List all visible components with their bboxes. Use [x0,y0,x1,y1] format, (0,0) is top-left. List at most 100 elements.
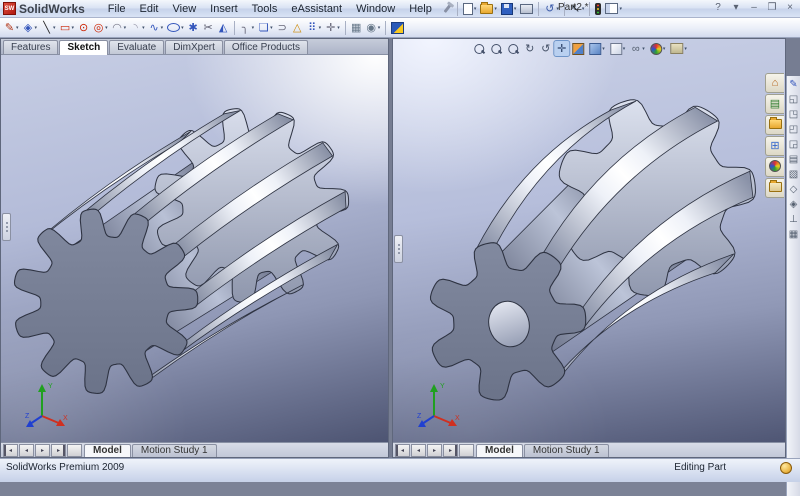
bottom-view-icon[interactable]: ▧ [788,168,799,182]
dropdown-caret[interactable]: ▾ [35,25,38,31]
dropdown-caret[interactable]: ▾ [53,25,56,31]
dropdown-caret[interactable]: ▾ [181,25,184,31]
pan-icon[interactable]: ✛ [554,41,569,56]
quick-tips-icon[interactable] [780,462,792,474]
dropdown-caret[interactable]: ▾ [474,6,477,12]
front-view-icon[interactable]: ◱ [788,93,799,107]
file-explorer-icon[interactable] [769,119,782,132]
left-viewport[interactable]: Y X Z [1,55,388,442]
new-document-icon[interactable]: ▾ [461,1,479,17]
centerpoint-arc-icon[interactable]: ◠▾ [110,20,129,36]
menu-insert[interactable]: Insert [203,1,245,17]
back-view-icon[interactable]: ◳ [788,108,799,122]
custom-properties-icon[interactable] [769,182,782,195]
menu-window[interactable]: Window [349,1,402,17]
model-tab-splitter[interactable] [67,444,82,457]
smart-dimension-icon[interactable]: ◈▾ [21,20,40,36]
view-orientation-icon[interactable]: ▾ [587,41,607,56]
task-pane-tab[interactable] [765,115,784,135]
mirror-entities-icon[interactable]: ◭ [216,20,231,36]
menu-help[interactable]: Help [402,1,439,17]
options-icon[interactable]: ▾ [603,1,624,17]
dropdown-caret[interactable]: ▾ [337,25,340,31]
linear-pattern-icon[interactable]: ⠿▾ [305,20,324,36]
tab-features[interactable]: Features [3,40,58,54]
right-view-icon[interactable]: ◲ [788,138,799,152]
perimeter-circle-icon[interactable]: ◎▾ [91,20,110,36]
dropdown-caret[interactable]: ▾ [72,25,75,31]
trimetric-view-icon[interactable]: ◈ [788,198,799,212]
dropdown-caret[interactable]: ▾ [514,6,517,12]
dropdown-caret[interactable]: ▾ [105,25,108,31]
dropdown-caret[interactable]: ▾ [619,6,622,12]
sketch-icon[interactable]: ✎ [788,78,799,92]
task-pane-tab[interactable]: ⊞ [765,136,784,156]
model-tab-last-button[interactable]: ▸ [443,444,458,457]
task-pane-tab[interactable] [765,157,784,177]
trim-entities-icon[interactable]: ✂ [201,20,216,36]
restore-button[interactable]: ❐ [765,1,779,14]
solidworks-resources-icon[interactable]: ⌂ [770,77,781,89]
dropdown-caret[interactable]: ▾ [378,25,381,31]
zoom-fit-icon[interactable] [471,41,487,56]
zoom-area-icon[interactable] [505,41,521,56]
model-tab-prev-button[interactable]: ◂ [19,444,34,457]
display-relations-icon[interactable]: △ [290,20,305,36]
hide-show-items-icon[interactable]: ∞▾ [628,41,647,56]
tab-motion-study-1[interactable]: Motion Study 1 [132,444,217,457]
view-orientation-icon[interactable]: ▦ [788,228,799,242]
minimize-button[interactable]: – [747,1,761,14]
dropdown-caret[interactable]: ▾ [623,46,626,52]
convert-entities-icon[interactable]: ❏▾ [256,20,275,36]
menu-eassistant[interactable]: eAssistant [284,1,349,17]
dropdown-caret[interactable]: ▾ [161,25,164,31]
isometric-view-icon[interactable]: ◇ [788,183,799,197]
circle-icon[interactable]: ⊙ [76,20,91,36]
featuremanager-splitter[interactable] [2,213,11,241]
spline-icon[interactable]: ∿▾ [147,20,166,36]
section-view-icon[interactable] [570,41,586,56]
dropdown-caret[interactable]: ▾ [602,46,605,52]
menu-pin-icon[interactable] [441,1,454,17]
appearances-scenes-icon[interactable] [769,160,781,175]
model-tab-next-button[interactable]: ▸ [35,444,50,457]
help-button[interactable]: ? [711,1,725,14]
ellipse-icon[interactable]: ▾ [165,20,186,36]
open-icon[interactable]: ▾ [478,1,499,17]
rebuild-icon[interactable] [593,1,603,17]
display-style-icon[interactable]: ▾ [608,41,628,56]
model-tab-splitter[interactable] [459,444,474,457]
sketch-fillet-icon[interactable]: ╮▾ [238,20,257,36]
tangent-arc-icon[interactable]: ◝▾ [128,20,147,36]
apply-scene-icon[interactable]: ▾ [668,41,689,56]
point-icon[interactable]: ✱ [186,20,201,36]
right-viewport[interactable]: ↻↺✛▾▾∞▾▾▾ ⌂▤⊞ Y X Z [393,39,785,442]
dropdown-caret[interactable]: ▾ [494,6,497,12]
model-tab-first-button[interactable]: ◂ [395,444,410,457]
zoom-in-out-icon[interactable] [488,41,504,56]
task-pane-tab[interactable] [765,178,784,198]
menu-tools[interactable]: Tools [245,1,285,17]
sketch-icon[interactable]: ✎▾ [2,20,21,36]
menu-view[interactable]: View [166,1,204,17]
dropdown-caret[interactable]: ▾ [319,25,322,31]
top-view-icon[interactable]: ▤ [788,153,799,167]
model-tab-last-button[interactable]: ▸ [51,444,66,457]
close-button[interactable]: × [783,1,797,14]
save-icon[interactable]: ▾ [499,1,519,17]
rapid-sketch-icon[interactable]: ◉▾ [364,20,383,36]
view-palette-icon[interactable]: ⊞ [770,140,781,152]
line-icon[interactable]: ╲▾ [39,20,58,36]
model-tab-prev-button[interactable]: ◂ [411,444,426,457]
featuremanager-splitter[interactable] [394,235,403,263]
model-tab-next-button[interactable]: ▸ [427,444,442,457]
dropdown-caret[interactable]: ▾ [663,46,666,52]
dropdown-caret[interactable]: ▾ [124,25,127,31]
print-icon[interactable] [518,1,535,17]
tab-model[interactable]: Model [84,444,131,457]
dropdown-caret[interactable]: ▾ [142,25,145,31]
dropdown-caret[interactable]: ▾ [684,46,687,52]
dropdown-caret[interactable]: ▾ [16,25,19,31]
task-pane-tab[interactable]: ⌂ [765,73,784,93]
left-view-icon[interactable]: ◰ [788,123,799,137]
